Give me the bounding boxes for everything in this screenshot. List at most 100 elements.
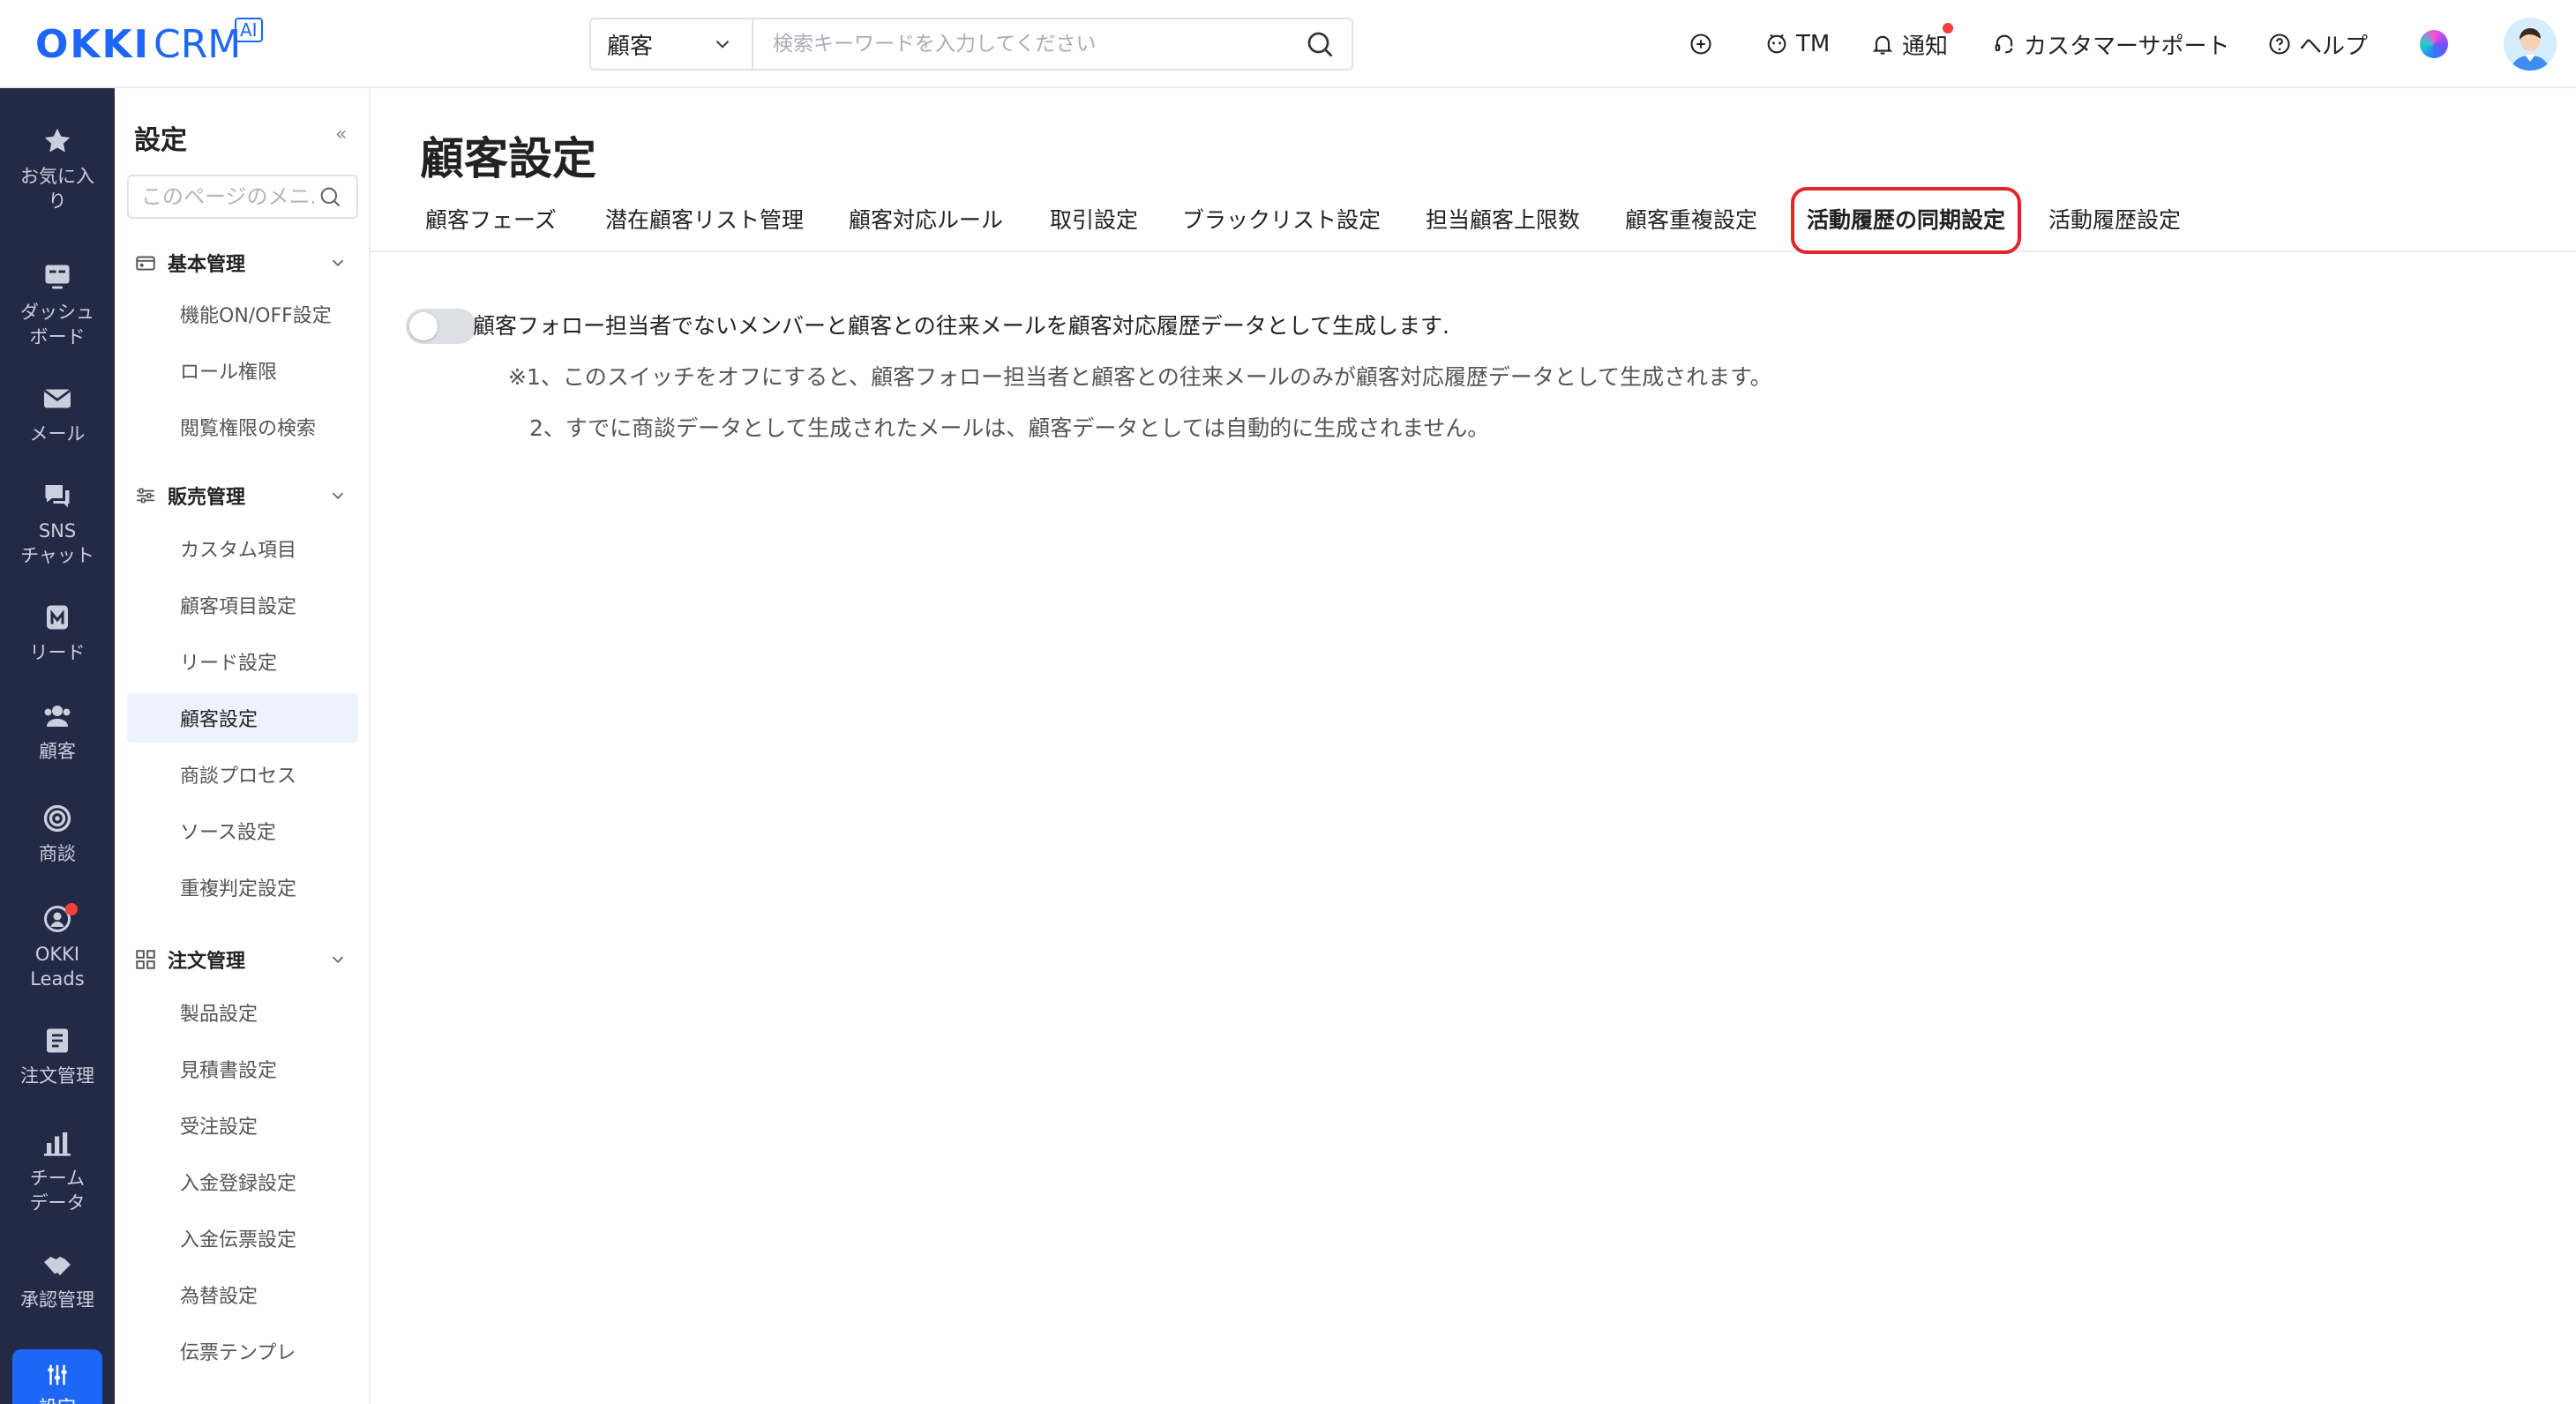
sidebar-item-label: 受注設定 bbox=[180, 1116, 258, 1139]
nav-sns-label-2: チャット bbox=[20, 545, 94, 566]
customers-icon bbox=[44, 706, 71, 727]
setting-note-1: ※1、このスイッチをオフにすると、顧客フォロー担当者と顧客との往来メールのみが顧… bbox=[508, 364, 1772, 390]
nav-team-data[interactable]: チーム データ bbox=[0, 1127, 115, 1215]
nav-lead[interactable]: リード bbox=[0, 601, 115, 665]
okki-leads-badge bbox=[65, 903, 78, 915]
tab-transaction-settings[interactable]: 取引設定 bbox=[1050, 201, 1138, 252]
nav-okki-leads[interactable]: OKKI Leads bbox=[0, 903, 115, 991]
tm-button[interactable]: TM bbox=[1764, 19, 1830, 69]
nav-dashboard[interactable]: ダッシュ ボード bbox=[0, 261, 115, 349]
top-bar: OKKI CRM AI 顧客 TM 通知 カスタマーサポート ヘルプ bbox=[0, 0, 2576, 88]
collapse-sidebar-icon[interactable]: « bbox=[335, 123, 347, 146]
help-circle-icon bbox=[2269, 34, 2290, 55]
nav-lead-label: リード bbox=[29, 642, 86, 663]
headset-icon bbox=[1995, 34, 2013, 54]
sidebar-item-label: ソース設定 bbox=[180, 822, 276, 844]
sidebar-group-basic[interactable]: 基本管理 bbox=[134, 247, 358, 279]
sidebar-item-exchange-rate[interactable]: 為替設定 bbox=[127, 1270, 358, 1319]
help-label: ヘルプ bbox=[2299, 33, 2369, 60]
sidebar-group-label: 基本管理 bbox=[168, 254, 246, 276]
settings-sliders-icon bbox=[48, 1364, 67, 1385]
notification-button[interactable]: 通知 bbox=[1870, 19, 1953, 69]
sidebar-item-label: 伝票テンプレ bbox=[180, 1342, 296, 1364]
sidebar-search bbox=[127, 175, 358, 219]
tab-blacklist[interactable]: ブラックリスト設定 bbox=[1182, 201, 1381, 252]
sidebar-item-payment-entry[interactable]: 入金登録設定 bbox=[127, 1157, 358, 1206]
basic-management-icon bbox=[136, 256, 155, 271]
tab-customer-rules[interactable]: 顧客対応ルール bbox=[849, 201, 1003, 252]
sidebar-item-label: 顧客設定 bbox=[180, 709, 258, 731]
nav-deal-label: 商談 bbox=[39, 843, 76, 864]
chevron-down-icon bbox=[332, 259, 344, 267]
user-avatar[interactable] bbox=[2504, 18, 2557, 71]
customer-support-button[interactable]: カスタマーサポート bbox=[1992, 19, 2229, 69]
sidebar-item-duplicate-rules[interactable]: 重複判定設定 bbox=[127, 863, 358, 912]
nav-mail[interactable]: メール bbox=[0, 383, 115, 446]
nav-deal[interactable]: 商談 bbox=[0, 803, 115, 866]
sidebar-item-label: 見積書設定 bbox=[180, 1060, 278, 1082]
sidebar-item-payment-slip[interactable]: 入金伝票設定 bbox=[127, 1214, 358, 1263]
sidebar-group-orders[interactable]: 注文管理 bbox=[134, 944, 358, 975]
nav-sns-chat[interactable]: SNS チャット bbox=[0, 480, 115, 568]
sidebar-item-source-settings[interactable]: ソース設定 bbox=[127, 806, 358, 855]
chevron-down-icon bbox=[332, 492, 344, 500]
sidebar-item-slip-template[interactable]: 伝票テンプレ bbox=[127, 1326, 358, 1376]
search-scope-label: 顧客 bbox=[607, 33, 654, 60]
nav-sns-label-1: SNS bbox=[38, 520, 77, 541]
search-input[interactable] bbox=[753, 19, 1304, 69]
sidebar-item-lead-settings[interactable]: リード設定 bbox=[127, 637, 358, 686]
sidebar-item-product-settings[interactable]: 製品設定 bbox=[127, 988, 358, 1037]
sidebar-item-label: ロール権限 bbox=[180, 362, 278, 384]
sidebar-item-deal-process[interactable]: 商談プロセス bbox=[127, 750, 358, 799]
tab-customer-duplicate[interactable]: 顧客重複設定 bbox=[1625, 201, 1757, 252]
nav-okki-leads-label-1: OKKI bbox=[34, 944, 80, 965]
help-button[interactable]: ヘルプ bbox=[2267, 19, 2368, 69]
notification-badge bbox=[1943, 23, 1953, 34]
tab-prospect-list[interactable]: 潜在顧客リスト管理 bbox=[605, 201, 804, 252]
search-icon[interactable] bbox=[318, 184, 342, 209]
nav-mail-label: メール bbox=[29, 423, 86, 444]
plus-circle-icon bbox=[1690, 34, 1711, 55]
sidebar-item-label: 重複判定設定 bbox=[180, 878, 297, 900]
nav-customer-label: 顧客 bbox=[39, 741, 76, 762]
search-icon[interactable] bbox=[1304, 28, 1336, 60]
sidebar-group-sales[interactable]: 販売管理 bbox=[134, 480, 358, 512]
search-scope-select[interactable]: 顧客 bbox=[591, 19, 753, 69]
nav-customer[interactable]: 顧客 bbox=[0, 700, 115, 764]
nav-favorites[interactable]: お気に入 り bbox=[0, 125, 115, 213]
sidebar-item-label: カスタム項目 bbox=[180, 540, 297, 562]
sidebar-item-custom-fields[interactable]: カスタム項目 bbox=[127, 524, 358, 573]
sidebar-item-label: 顧客項目設定 bbox=[180, 596, 297, 618]
sidebar-item-view-permission[interactable]: 閲覧権限の検索 bbox=[127, 402, 358, 452]
add-button[interactable] bbox=[1689, 19, 1720, 69]
nav-orders[interactable]: 注文管理 bbox=[0, 1025, 115, 1088]
order-document-icon bbox=[47, 1028, 68, 1053]
handshake-icon bbox=[44, 1257, 71, 1275]
nav-settings[interactable]: 設定 bbox=[12, 1349, 102, 1404]
nav-okki-leads-label-2: Leads bbox=[30, 968, 85, 990]
logo-crm: CRM bbox=[153, 21, 242, 67]
tab-activity-sync[interactable]: 活動履歴の同期設定 bbox=[1791, 187, 2022, 254]
nav-dashboard-label-1: ダッシュ bbox=[20, 302, 94, 323]
sidebar-item-order-settings[interactable]: 受注設定 bbox=[127, 1101, 358, 1150]
tab-customer-phase[interactable]: 顧客フェーズ bbox=[425, 201, 557, 252]
tab-customer-limit[interactable]: 担当顧客上限数 bbox=[1426, 201, 1580, 252]
bell-icon bbox=[1872, 35, 1893, 55]
sidebar-search-input[interactable] bbox=[129, 184, 314, 209]
nav-approval[interactable]: 承認管理 bbox=[0, 1249, 115, 1312]
sidebar-item-role-permission[interactable]: ロール権限 bbox=[127, 346, 358, 395]
sidebar-group-label: 注文管理 bbox=[168, 951, 246, 973]
sidebar-item-customer-settings[interactable]: 顧客設定 bbox=[127, 693, 358, 743]
sync-toggle-switch[interactable] bbox=[406, 309, 476, 344]
page-title: 顧客設定 bbox=[420, 133, 596, 184]
sales-management-icon bbox=[137, 488, 154, 504]
sidebar-item-feature-toggle[interactable]: 機能ON/OFF設定 bbox=[127, 289, 358, 339]
dashboard-icon bbox=[45, 265, 70, 289]
tab-activity-settings[interactable]: 活動履歴設定 bbox=[2048, 201, 2181, 252]
sidebar-item-quote-settings[interactable]: 見積書設定 bbox=[127, 1044, 358, 1094]
okki-crm-logo[interactable]: OKKI CRM AI bbox=[35, 16, 263, 72]
ai-assistant-icon[interactable] bbox=[2420, 30, 2448, 58]
setting-note-2: 2、すでに商談データとして生成されたメールは、顧客データとしては自動的に生成され… bbox=[529, 415, 1490, 441]
nav-approval-label: 承認管理 bbox=[20, 1289, 94, 1311]
sidebar-item-customer-fields[interactable]: 顧客項目設定 bbox=[127, 580, 358, 630]
